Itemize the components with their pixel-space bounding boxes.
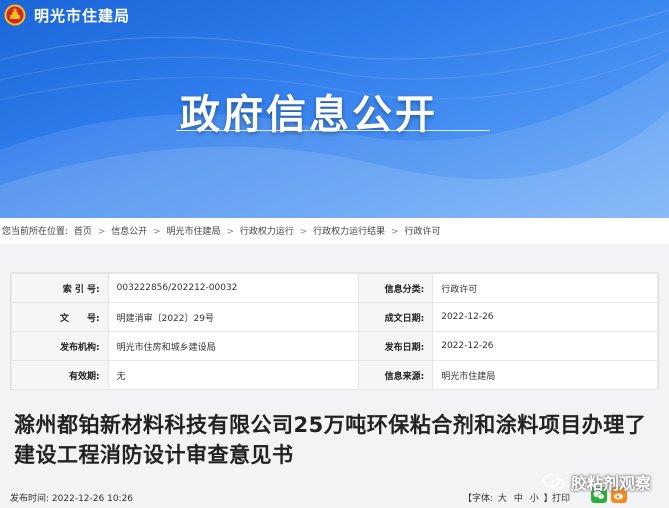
breadcrumb-separator: > <box>226 227 234 237</box>
national-emblem-icon <box>4 4 26 26</box>
breadcrumb-item-home[interactable]: 首页 <box>74 227 92 237</box>
site-name: 明光市住建局 <box>34 6 131 25</box>
breadcrumb-item-info-public[interactable]: 信息公开 <box>111 227 147 237</box>
breadcrumb-separator: > <box>153 227 161 237</box>
docno-value: 明建消审〔2022〕29号 <box>107 302 359 332</box>
breadcrumb-item-admin-results[interactable]: 行政权力运行结果 <box>313 227 385 237</box>
font-size-medium-button[interactable]: 中 <box>514 494 523 504</box>
site-logo[interactable]: 明光市住建局 <box>4 4 130 26</box>
publish-time-value: 2022-12-26 10:26 <box>51 494 134 504</box>
breadcrumb-item-admin-power[interactable]: 行政权力运行 <box>240 227 294 237</box>
publisher-label: 发布机构: <box>11 331 109 361</box>
font-size-control: 【字体: 大 中 小 】 <box>463 491 553 504</box>
font-size-small-button[interactable]: 小 <box>530 494 539 504</box>
index-label: 索 引 号: <box>11 273 109 303</box>
category-value: 行政许可 <box>432 273 658 303</box>
document-title: 滁州都铂新材料科技有限公司25万吨环保粘合剂和涂料项目办理了建设工程消防设计审查… <box>14 413 647 467</box>
table-row: 索 引 号: 003222856/202212-00032 信息分类: 行政许可 <box>11 273 658 303</box>
validity-value: 无 <box>107 360 359 390</box>
wechat-icon <box>543 473 565 490</box>
publisher-value: 明光市住房和城乡建设局 <box>107 331 359 361</box>
source-label: 信息来源: <box>357 360 434 390</box>
header-banner: 明光市住建局 政府信息公开 <box>0 0 669 218</box>
source-value: 明光市住建局 <box>432 360 658 390</box>
breadcrumb-separator: > <box>391 227 399 237</box>
banner-title: 政府信息公开 <box>180 92 438 138</box>
table-row: 文 号: 明建消审〔2022〕29号 成文日期: 2022-12-26 <box>11 302 658 332</box>
document-info-table: 索 引 号: 003222856/202212-00032 信息分类: 行政许可… <box>11 273 658 390</box>
validity-label: 有效期: <box>11 360 109 390</box>
publish-time: 发布时间: 2022-12-26 10:26 <box>10 491 133 504</box>
font-size-label: 【字体: <box>463 494 494 504</box>
publish-date-value: 2022-12-26 <box>432 331 658 361</box>
breadcrumb-item-admin-license[interactable]: 行政许可 <box>404 227 440 237</box>
category-label: 信息分类: <box>357 273 434 303</box>
index-value: 003222856/202212-00032 <box>107 273 359 303</box>
font-size-large-button[interactable]: 大 <box>498 494 507 504</box>
table-row: 发布机构: 明光市住房和城乡建设局 发布日期: 2022-12-26 <box>11 331 658 361</box>
breadcrumb-prefix: 您当前所在位置: <box>2 227 69 237</box>
breadcrumb: 您当前所在位置: 首页 > 信息公开 > 明光市住建局 > 行政权力运行 > 行… <box>2 224 444 237</box>
watermark-text: 胶粘剂观察 <box>571 474 652 493</box>
document-info-card: 索 引 号: 003222856/202212-00032 信息分类: 行政许可… <box>10 272 659 390</box>
banner-title-underline <box>176 130 490 131</box>
docno-label: 文 号: <box>11 302 109 332</box>
table-row: 有效期: 无 信息来源: 明光市住建局 <box>11 360 658 390</box>
breadcrumb-separator: > <box>97 227 106 237</box>
breadcrumb-separator: > <box>299 227 308 237</box>
wechat-watermark: 胶粘剂观察 <box>543 470 651 494</box>
created-date-label: 成文日期: <box>357 302 434 332</box>
breadcrumb-item-bureau[interactable]: 明光市住建局 <box>167 227 221 237</box>
publish-date-label: 发布日期: <box>357 331 434 361</box>
publish-time-label: 发布时间: <box>10 494 50 504</box>
created-date-value: 2022-12-26 <box>432 302 658 332</box>
